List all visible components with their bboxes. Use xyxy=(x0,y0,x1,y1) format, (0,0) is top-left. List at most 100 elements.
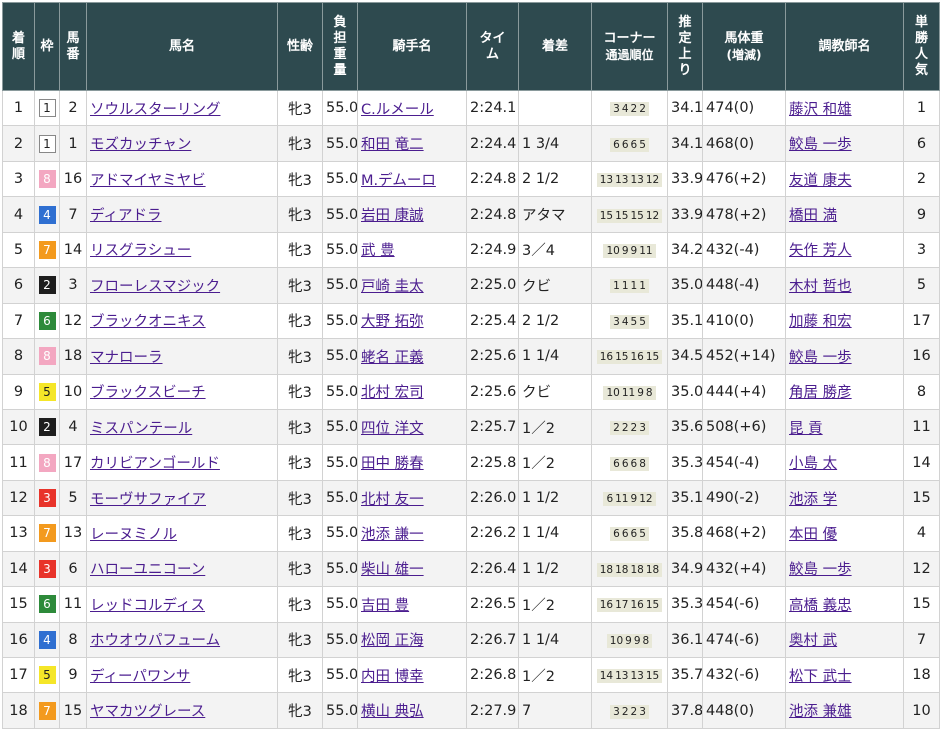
trainer-name[interactable]: 鮫島 一歩 xyxy=(785,550,904,588)
horse-name[interactable]: ディアドラ xyxy=(86,196,278,233)
horse-name[interactable]: マナローラ xyxy=(86,338,278,375)
jockey-name-link[interactable]: 池添 謙一 xyxy=(361,527,424,543)
horse-name-link[interactable]: レーヌミノル xyxy=(90,527,177,543)
trainer-name-link[interactable]: 昆 貢 xyxy=(789,421,823,437)
trainer-name[interactable]: 小島 太 xyxy=(785,444,904,481)
jockey-name[interactable]: 四位 洋文 xyxy=(357,408,467,446)
horse-name[interactable]: ソウルスターリング xyxy=(86,89,278,127)
jockey-name[interactable]: 北村 友一 xyxy=(357,479,467,517)
trainer-name[interactable]: 松下 武士 xyxy=(785,656,904,694)
horse-name[interactable]: レッドコルディス xyxy=(86,586,278,623)
jockey-name[interactable]: 和田 竜二 xyxy=(357,125,467,162)
horse-name[interactable]: フローレスマジック xyxy=(86,267,278,304)
trainer-name-link[interactable]: 加藤 和宏 xyxy=(789,314,852,330)
horse-name-link[interactable]: ディアドラ xyxy=(90,208,162,224)
trainer-name[interactable]: 藤沢 和雄 xyxy=(785,89,904,127)
jockey-name[interactable]: 横山 典弘 xyxy=(357,692,467,729)
jockey-name-link[interactable]: 武 豊 xyxy=(361,243,395,259)
trainer-name-link[interactable]: 池添 兼雄 xyxy=(789,704,852,720)
jockey-name[interactable]: 戸崎 圭太 xyxy=(357,267,467,304)
horse-name-link[interactable]: マナローラ xyxy=(90,350,163,366)
horse-name[interactable]: ブラックオニキス xyxy=(86,302,278,340)
horse-name[interactable]: ディーパワンサ xyxy=(86,656,278,694)
jockey-name[interactable]: 松岡 正海 xyxy=(357,621,467,659)
jockey-name-link[interactable]: C.ルメール xyxy=(361,102,434,118)
jockey-name-link[interactable]: 内田 博幸 xyxy=(361,669,424,685)
horse-name[interactable]: ヤマカツグレース xyxy=(86,692,278,729)
trainer-name-link[interactable]: 橋田 満 xyxy=(789,208,837,224)
trainer-name-link[interactable]: 池添 学 xyxy=(789,492,837,508)
horse-name-link[interactable]: モーヴサファイア xyxy=(90,492,206,508)
trainer-name-link[interactable]: 本田 優 xyxy=(789,527,837,543)
jockey-name-link[interactable]: 蛯名 正義 xyxy=(361,350,424,366)
jockey-name[interactable]: 岩田 康誠 xyxy=(357,196,467,233)
jockey-name[interactable]: 大野 拓弥 xyxy=(357,302,467,340)
jockey-name[interactable]: 蛯名 正義 xyxy=(357,338,467,375)
horse-name[interactable]: ハローユニコーン xyxy=(86,550,278,588)
jockey-name-link[interactable]: 松岡 正海 xyxy=(361,633,424,649)
jockey-name[interactable]: C.ルメール xyxy=(357,89,467,127)
jockey-name[interactable]: 武 豊 xyxy=(357,231,467,269)
trainer-name-link[interactable]: 鮫島 一歩 xyxy=(789,137,852,153)
jockey-name-link[interactable]: 田中 勝春 xyxy=(361,456,424,472)
jockey-name-link[interactable]: 横山 典弘 xyxy=(361,704,424,720)
jockey-name-link[interactable]: 北村 宏司 xyxy=(361,385,424,401)
jockey-name[interactable]: 吉田 豊 xyxy=(357,586,467,623)
trainer-name[interactable]: 角居 勝彦 xyxy=(785,373,904,410)
trainer-name[interactable]: 矢作 芳人 xyxy=(785,231,904,269)
trainer-name-link[interactable]: 藤沢 和雄 xyxy=(789,102,852,118)
trainer-name-link[interactable]: 奥村 武 xyxy=(789,633,837,649)
horse-name-link[interactable]: ミスパンテール xyxy=(90,421,192,437)
horse-name-link[interactable]: フローレスマジック xyxy=(90,279,220,295)
horse-name[interactable]: ブラックスビーチ xyxy=(86,373,278,410)
jockey-name-link[interactable]: 岩田 康誠 xyxy=(361,208,424,224)
trainer-name-link[interactable]: 角居 勝彦 xyxy=(789,385,852,401)
horse-name-link[interactable]: レッドコルディス xyxy=(90,598,205,614)
trainer-name-link[interactable]: 木村 哲也 xyxy=(789,279,852,295)
jockey-name-link[interactable]: 北村 友一 xyxy=(361,492,424,508)
trainer-name[interactable]: 奥村 武 xyxy=(785,621,904,659)
trainer-name[interactable]: 橋田 満 xyxy=(785,196,904,233)
jockey-name[interactable]: 池添 謙一 xyxy=(357,515,467,552)
horse-name-link[interactable]: ソウルスターリング xyxy=(90,102,221,118)
horse-name[interactable]: リスグラシュー xyxy=(86,231,278,269)
trainer-name-link[interactable]: 松下 武士 xyxy=(789,669,852,685)
jockey-name[interactable]: 柴山 雄一 xyxy=(357,550,467,588)
horse-name[interactable]: レーヌミノル xyxy=(86,515,278,552)
horse-name[interactable]: ミスパンテール xyxy=(86,408,278,446)
trainer-name-link[interactable]: 矢作 芳人 xyxy=(789,243,852,259)
horse-name[interactable]: カリビアンゴールド xyxy=(86,444,278,481)
horse-name[interactable]: アドマイヤミヤビ xyxy=(86,160,278,198)
trainer-name-link[interactable]: 鮫島 一歩 xyxy=(789,562,852,578)
jockey-name-link[interactable]: 吉田 豊 xyxy=(361,598,409,614)
trainer-name-link[interactable]: 友道 康夫 xyxy=(789,173,852,189)
horse-name-link[interactable]: ブラックオニキス xyxy=(90,314,206,330)
trainer-name[interactable]: 友道 康夫 xyxy=(785,160,904,198)
jockey-name[interactable]: 田中 勝春 xyxy=(357,444,467,481)
trainer-name[interactable]: 鮫島 一歩 xyxy=(785,338,904,375)
horse-name-link[interactable]: ヤマカツグレース xyxy=(90,704,205,720)
horse-name-link[interactable]: アドマイヤミヤビ xyxy=(90,173,206,189)
jockey-name-link[interactable]: 大野 拓弥 xyxy=(361,314,424,330)
trainer-name-link[interactable]: 鮫島 一歩 xyxy=(789,350,852,366)
trainer-name-link[interactable]: 高橋 義忠 xyxy=(789,598,852,614)
jockey-name-link[interactable]: 四位 洋文 xyxy=(361,421,424,437)
horse-name[interactable]: モズカッチャン xyxy=(86,125,278,162)
horse-name-link[interactable]: ディーパワンサ xyxy=(90,669,190,685)
jockey-name-link[interactable]: 戸崎 圭太 xyxy=(361,279,424,295)
trainer-name[interactable]: 池添 兼雄 xyxy=(785,692,904,729)
horse-name-link[interactable]: リスグラシュー xyxy=(90,243,191,259)
horse-name-link[interactable]: モズカッチャン xyxy=(90,137,191,153)
trainer-name[interactable]: 加藤 和宏 xyxy=(785,302,904,340)
trainer-name[interactable]: 昆 貢 xyxy=(785,408,904,446)
jockey-name[interactable]: 北村 宏司 xyxy=(357,373,467,410)
trainer-name[interactable]: 池添 学 xyxy=(785,479,904,517)
horse-name[interactable]: ホウオウパフューム xyxy=(86,621,278,659)
horse-name-link[interactable]: カリビアンゴールド xyxy=(90,456,220,472)
jockey-name-link[interactable]: 和田 竜二 xyxy=(361,137,424,153)
horse-name-link[interactable]: ブラックスビーチ xyxy=(90,385,206,401)
horse-name[interactable]: モーヴサファイア xyxy=(86,479,278,517)
jockey-name[interactable]: M.デムーロ xyxy=(357,160,467,198)
trainer-name[interactable]: 鮫島 一歩 xyxy=(785,125,904,162)
trainer-name-link[interactable]: 小島 太 xyxy=(789,456,837,472)
